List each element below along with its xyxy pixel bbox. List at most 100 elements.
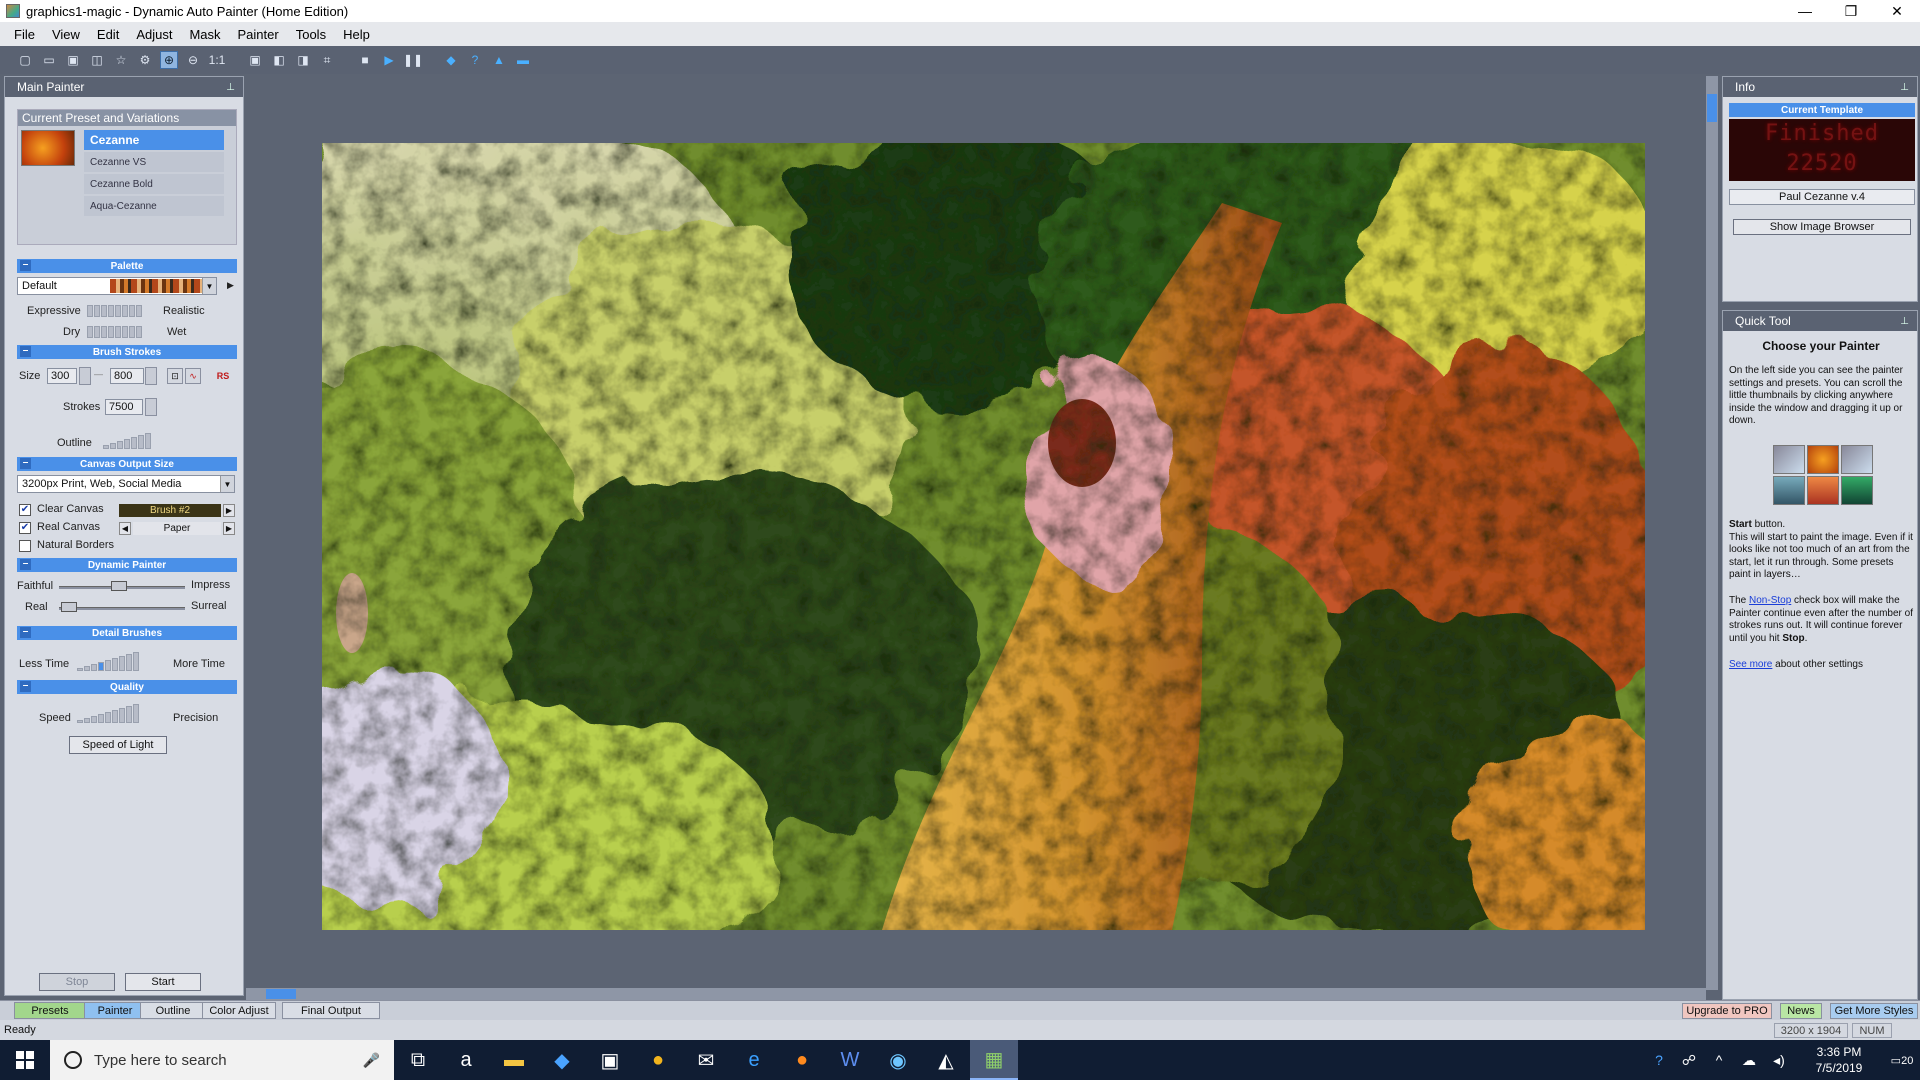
stop-icon[interactable]: ■ <box>356 51 374 69</box>
open-folder-icon[interactable]: ▭ <box>40 51 58 69</box>
help-icon[interactable]: ? <box>466 51 484 69</box>
menu-view[interactable]: View <box>52 27 80 42</box>
canvas-area[interactable] <box>246 76 1718 1000</box>
zoom-out-icon[interactable]: ⊖ <box>184 51 202 69</box>
pin-icon[interactable]: ⊥ <box>1900 82 1909 93</box>
vertical-scroll-thumb[interactable] <box>1707 94 1717 122</box>
size-min-spinner[interactable] <box>79 367 91 385</box>
menu-help[interactable]: Help <box>343 27 370 42</box>
amazon-icon[interactable]: a <box>442 1040 490 1080</box>
volume-icon[interactable]: ◂) <box>1764 1052 1794 1069</box>
canvas-output-section[interactable]: – Canvas Output Size <box>17 457 237 471</box>
rs-button[interactable]: RS <box>215 368 231 384</box>
expressive-realistic-slider[interactable] <box>87 305 142 317</box>
preset-thumbnail[interactable] <box>21 130 75 166</box>
crop-icon[interactable]: ⌗ <box>318 51 336 69</box>
tab-presets[interactable]: Presets <box>14 1002 86 1019</box>
settings-icon[interactable]: ⚙ <box>136 51 154 69</box>
nonstop-link[interactable]: Non-Stop <box>1749 595 1791 606</box>
firefox-icon[interactable]: ● <box>778 1040 826 1080</box>
compare-icon[interactable]: ◧ <box>270 51 288 69</box>
palette-section[interactable]: – Palette <box>17 259 237 273</box>
strokes-spinner[interactable] <box>145 398 157 416</box>
collapse-icon[interactable]: – <box>20 681 31 692</box>
upgrade-to-pro-button[interactable]: Upgrade to PRO <box>1682 1003 1772 1019</box>
collapse-icon[interactable]: – <box>20 458 31 469</box>
natural-borders-checkbox[interactable] <box>19 540 31 552</box>
collapse-icon[interactable]: – <box>20 559 31 570</box>
clear-canvas-brush-field[interactable]: Brush #2 <box>119 504 221 517</box>
speed-of-light-button[interactable]: Speed of Light <box>69 736 167 754</box>
real-canvas-paper-field[interactable]: Paper <box>133 522 221 535</box>
faithful-impress-thumb[interactable] <box>111 581 127 591</box>
thumbnail[interactable] <box>1773 445 1805 474</box>
chevron-right-icon[interactable]: ▶ <box>223 522 235 535</box>
menu-tools[interactable]: Tools <box>296 27 326 42</box>
menu-painter[interactable]: Painter <box>238 27 279 42</box>
help-icon[interactable]: ? <box>1644 1052 1674 1068</box>
dry-wet-slider[interactable] <box>87 326 142 338</box>
size-max-spinner[interactable] <box>145 367 157 385</box>
windows-start-icon[interactable] <box>0 1040 50 1080</box>
real-canvas-checkbox[interactable]: ✔ <box>19 522 31 534</box>
save-icon[interactable]: ▣ <box>64 51 82 69</box>
stop-button[interactable]: Stop <box>39 973 115 991</box>
menu-mask[interactable]: Mask <box>189 27 220 42</box>
dynamic-auto-painter-taskbar-icon[interactable]: ▦ <box>970 1040 1018 1080</box>
see-more-link[interactable]: See more <box>1729 659 1772 670</box>
fit-window-icon[interactable]: ▣ <box>246 51 264 69</box>
word-icon[interactable]: W <box>826 1040 874 1080</box>
restore-button[interactable]: ❐ <box>1828 0 1874 22</box>
pin-icon[interactable]: ⊥ <box>226 82 235 93</box>
preset-item-cezanne-vs[interactable]: Cezanne VS <box>84 152 224 172</box>
collapse-icon[interactable]: – <box>20 260 31 271</box>
pin-icon[interactable]: ⊥ <box>1900 316 1909 327</box>
chevron-up-icon[interactable]: ^ <box>1704 1052 1734 1068</box>
horizontal-scrollbar[interactable] <box>246 988 1706 1000</box>
task-view-icon[interactable]: ⧉ <box>394 1040 442 1080</box>
people-icon[interactable]: ☍ <box>1674 1052 1704 1069</box>
show-image-browser-button[interactable]: Show Image Browser <box>1733 219 1911 235</box>
thumbnail[interactable] <box>1841 445 1873 474</box>
tab-outline[interactable]: Outline <box>140 1002 206 1019</box>
dynamic-painter-section[interactable]: – Dynamic Painter <box>17 558 237 572</box>
file-explorer-icon[interactable]: ▬ <box>490 1040 538 1080</box>
chevron-down-icon[interactable]: ▼ <box>202 278 216 294</box>
play-icon[interactable]: ▶ <box>380 51 398 69</box>
detail-brushes-section[interactable]: – Detail Brushes <box>17 626 237 640</box>
minimize-button[interactable]: — <box>1782 0 1828 22</box>
notifications-icon[interactable]: ▭20 <box>1884 1054 1920 1067</box>
chevron-right-icon[interactable]: ▶ <box>223 504 235 517</box>
thumbnail[interactable] <box>1773 476 1805 505</box>
chevron-left-icon[interactable]: ◀ <box>119 522 131 535</box>
zoom-in-icon[interactable]: ⊕ <box>160 51 178 69</box>
menu-file[interactable]: File <box>14 27 35 42</box>
preset-item-cezanne-bold[interactable]: Cezanne Bold <box>84 174 224 194</box>
thumbnail[interactable] <box>1807 476 1839 505</box>
upload-icon[interactable]: ▲ <box>490 51 508 69</box>
edge-icon[interactable]: e <box>730 1040 778 1080</box>
save-as-icon[interactable]: ◫ <box>88 51 106 69</box>
lock-icon[interactable]: ⊡ <box>167 368 183 384</box>
display-icon[interactable]: ▬ <box>514 51 532 69</box>
outline-slider[interactable] <box>103 431 151 449</box>
menu-edit[interactable]: Edit <box>97 27 119 42</box>
horizontal-scroll-thumb[interactable] <box>266 989 296 999</box>
chrome-icon[interactable]: ● <box>634 1040 682 1080</box>
thumbnail[interactable] <box>1807 445 1839 474</box>
size-min-field[interactable]: 300 <box>47 368 77 384</box>
taskbar-search[interactable]: Type here to search 🎤 <box>50 1040 394 1080</box>
mail-icon[interactable]: ✉ <box>682 1040 730 1080</box>
real-surreal-thumb[interactable] <box>61 602 77 612</box>
strokes-field[interactable]: 7500 <box>105 399 143 415</box>
gimp-icon[interactable]: ◭ <box>922 1040 970 1080</box>
pause-icon[interactable]: ❚❚ <box>403 51 423 69</box>
brush-strokes-section[interactable]: – Brush Strokes <box>17 345 237 359</box>
preset-item-aqua-cezanne[interactable]: Aqua-Cezanne <box>84 196 224 216</box>
new-file-icon[interactable]: ▢ <box>16 51 34 69</box>
tab-final-output[interactable]: Final Output <box>282 1002 380 1019</box>
favorite-star-icon[interactable]: ☆ <box>112 51 130 69</box>
canvas-output-select[interactable]: 3200px Print, Web, Social Media ▼ <box>17 475 235 493</box>
collapse-icon[interactable]: – <box>20 627 31 638</box>
painter-thumbnails[interactable] <box>1773 445 1877 505</box>
